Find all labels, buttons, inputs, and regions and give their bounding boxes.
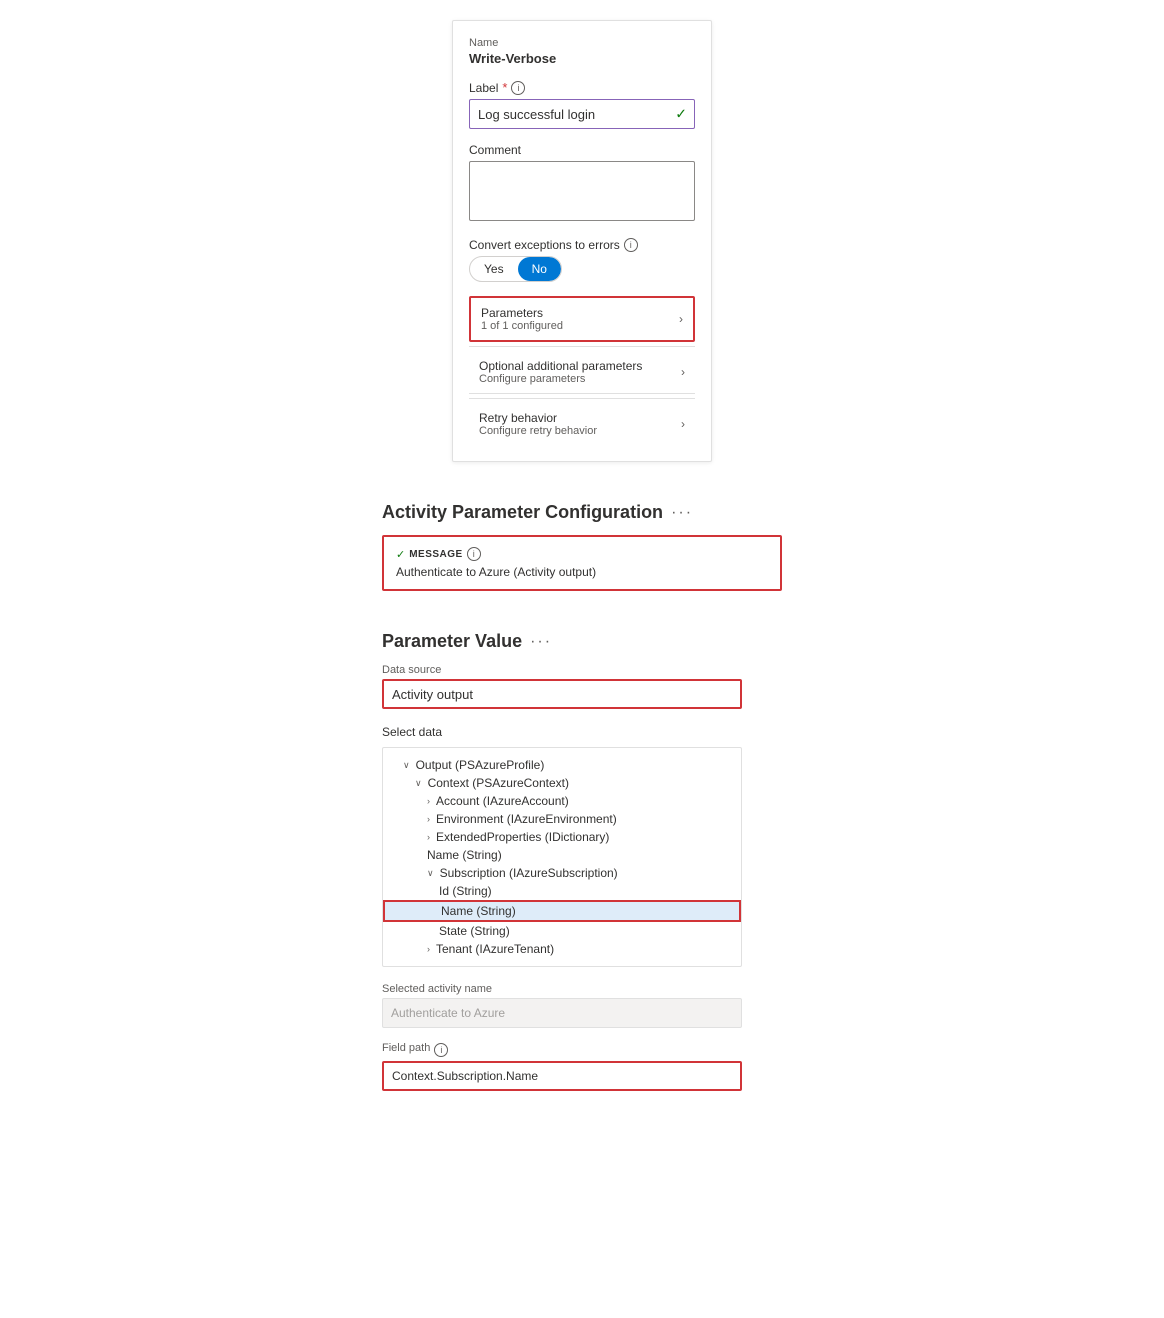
tree-item-label: Context (PSAzureContext) [428,776,569,790]
optional-params-row[interactable]: Optional additional parameters Configure… [469,351,695,394]
message-box: ✓ MESSAGE i Authenticate to Azure (Activ… [382,535,782,591]
tree-item-tenant[interactable]: › Tenant (IAzureTenant) [383,940,741,958]
tree-item-extended-properties[interactable]: › ExtendedProperties (IDictionary) [383,828,741,846]
toggle-group: Yes No [469,256,562,282]
retry-behavior-subtitle: Configure retry behavior [479,425,597,437]
message-label: MESSAGE [409,549,463,560]
label-input[interactable] [469,99,695,129]
retry-behavior-row[interactable]: Retry behavior Configure retry behavior … [469,403,695,445]
activity-config-dots-menu[interactable]: ··· [671,504,693,522]
tree-item-label: ExtendedProperties (IDictionary) [436,830,609,844]
tree-item-id-string[interactable]: Id (String) [383,882,741,900]
data-source-label: Data source [382,664,782,676]
divider-2 [469,398,695,399]
comment-group: Comment [469,143,695,224]
optional-params-text: Optional additional parameters Configure… [479,359,642,385]
retry-behavior-text: Retry behavior Configure retry behavior [479,411,597,437]
selected-activity-value: Authenticate to Azure [382,998,742,1028]
label-group: Label * i ✓ [469,80,695,129]
tree-container: ∨ Output (PSAzureProfile) ∨ Context (PSA… [382,747,742,967]
parameters-chevron-icon: › [679,312,683,326]
param-value-title: Parameter Value [382,631,522,652]
tree-item-state-string[interactable]: State (String) [383,922,741,940]
parameters-title: Parameters [481,306,563,320]
label-input-wrapper: ✓ [469,99,695,129]
tree-item-label: Name (String) [427,848,502,862]
data-source-value[interactable]: Activity output [382,679,742,709]
tree-item-subscription[interactable]: ∨ Subscription (IAzureSubscription) [383,864,741,882]
tree-item-environment[interactable]: › Environment (IAzureEnvironment) [383,810,741,828]
divider-1 [469,346,695,347]
field-path-info-icon[interactable]: i [434,1043,448,1057]
label-field-label: Label [469,81,498,95]
data-source-group: Data source Activity output [382,664,782,709]
param-value-header: Parameter Value ··· [382,631,782,652]
tree-item-account[interactable]: › Account (IAzureAccount) [383,792,741,810]
select-data-group: Select data ∨ Output (PSAzureProfile) ∨ … [382,725,782,967]
activity-param-config-section: Activity Parameter Configuration ··· ✓ M… [382,502,782,591]
message-check-icon: ✓ [396,548,405,561]
tenant-arrow-icon: › [427,944,430,954]
toggle-no[interactable]: No [518,257,561,281]
tree-item-label: State (String) [439,924,510,938]
tree-item-label: Name (String) [441,904,516,918]
comment-textarea[interactable] [469,161,695,221]
tree-item-label: Tenant (IAzureTenant) [436,942,554,956]
tree-item-label: Environment (IAzureEnvironment) [436,812,617,826]
comment-label: Comment [469,143,521,157]
optional-params-chevron-icon: › [681,365,685,379]
context-check-icon: ∨ [415,778,422,789]
parameter-value-section: Parameter Value ··· Data source Activity… [382,631,782,1105]
field-path-group: Field path i Context.Subscription.Name [382,1042,782,1091]
tree-item-label: Output (PSAzureProfile) [416,758,545,772]
convert-exceptions-group: Convert exceptions to errors i Yes No [469,238,695,282]
label-check-icon: ✓ [675,106,687,123]
required-star: * [502,80,507,95]
parameters-subtitle: 1 of 1 configured [481,320,563,332]
output-check-icon: ∨ [403,760,410,771]
label-info-icon[interactable]: i [511,81,525,95]
tree-item-label: Id (String) [439,884,492,898]
select-data-label: Select data [382,725,782,739]
activity-config-title: Activity Parameter Configuration [382,502,663,523]
parameters-row-text: Parameters 1 of 1 configured [481,306,563,332]
selected-activity-group: Selected activity name Authenticate to A… [382,983,782,1028]
tree-item-name-string-4[interactable]: Name (String) [383,900,741,922]
selected-activity-label: Selected activity name [382,983,782,995]
retry-behavior-chevron-icon: › [681,417,685,431]
message-label-row: ✓ MESSAGE i [396,547,768,561]
optional-params-subtitle: Configure parameters [479,373,642,385]
field-path-label: Field path [382,1042,430,1054]
convert-exceptions-info-icon[interactable]: i [624,238,638,252]
environment-arrow-icon: › [427,814,430,824]
subscription-check-icon: ∨ [427,868,434,879]
param-value-dots-menu[interactable]: ··· [530,633,552,651]
optional-params-title: Optional additional parameters [479,359,642,373]
toggle-yes[interactable]: Yes [470,257,518,281]
message-info-icon[interactable]: i [467,547,481,561]
name-label: Name [469,37,695,49]
tree-item-context[interactable]: ∨ Context (PSAzureContext) [383,774,741,792]
field-path-value[interactable]: Context.Subscription.Name [382,1061,742,1091]
write-verbose-panel: Name Write-Verbose Label * i ✓ Comment C… [452,20,712,462]
activity-config-header: Activity Parameter Configuration ··· [382,502,782,523]
retry-behavior-title: Retry behavior [479,411,597,425]
tree-item-label: Subscription (IAzureSubscription) [440,866,618,880]
extended-props-arrow-icon: › [427,832,430,842]
name-value: Write-Verbose [469,51,695,66]
tree-item-output[interactable]: ∨ Output (PSAzureProfile) [383,756,741,774]
tree-item-name-string-3[interactable]: Name (String) [383,846,741,864]
account-arrow-icon: › [427,796,430,806]
convert-exceptions-label: Convert exceptions to errors [469,238,620,252]
tree-item-label: Account (IAzureAccount) [436,794,569,808]
parameters-row[interactable]: Parameters 1 of 1 configured › [469,296,695,342]
message-value: Authenticate to Azure (Activity output) [396,565,768,579]
name-group: Name Write-Verbose [469,37,695,66]
